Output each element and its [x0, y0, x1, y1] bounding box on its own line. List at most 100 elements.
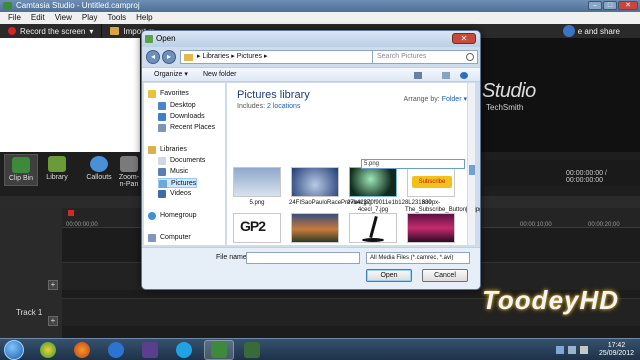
includes-label: Includes:	[237, 103, 266, 110]
window-title: Camtasia Studio - Untitled.camproj	[16, 1, 140, 10]
open-button[interactable]: Open	[366, 269, 412, 282]
downloads-icon	[158, 113, 166, 121]
tab-label: Zoom-n-Pan	[118, 174, 140, 186]
nav-label: Favorites	[160, 90, 189, 97]
file-thumb[interactable]	[347, 213, 399, 246]
channel-watermark: ToodeyHD	[482, 285, 620, 315]
new-folder-button[interactable]: New folder	[203, 68, 236, 82]
microphone-shape	[369, 215, 378, 239]
file-thumb[interactable]: 24FISaoPauloRacePreview.jpg	[289, 167, 372, 207]
locations-link[interactable]: 2 locations	[267, 103, 300, 110]
nav-recent-places[interactable]: Recent Places	[158, 123, 215, 133]
firefox-icon[interactable]	[74, 342, 90, 358]
menu-tools[interactable]: Tools	[107, 12, 126, 24]
help-icon[interactable]	[460, 72, 468, 79]
skype-icon[interactable]	[176, 342, 192, 358]
internet-explorer-icon[interactable]	[108, 342, 124, 358]
nav-label: Documents	[170, 157, 206, 164]
maximize-button[interactable]: □	[603, 1, 617, 10]
nav-desktop[interactable]: Desktop	[158, 101, 196, 111]
window-controls: – □ ✕	[588, 1, 638, 10]
studio-brand: Studio	[482, 80, 536, 102]
dialog-close-button[interactable]: ✕	[452, 33, 476, 44]
forward-button[interactable]: ▸	[162, 50, 176, 64]
nav-documents[interactable]: Documents	[158, 156, 205, 166]
tab-library[interactable]: Library	[40, 154, 74, 186]
libraries-icon	[148, 146, 156, 154]
file-thumb[interactable]: 5.png	[231, 167, 283, 207]
tab-clip-bin[interactable]: Clip Bin	[4, 154, 38, 186]
address-bar[interactable]: ▸ Libraries ▸ Pictures ▸	[180, 50, 380, 64]
nav-libraries[interactable]: Libraries	[148, 145, 187, 155]
menu-help[interactable]: Help	[136, 12, 152, 24]
playhead[interactable]	[68, 210, 74, 216]
nav-downloads[interactable]: Downloads	[158, 112, 205, 122]
scrollbar-thumb[interactable]	[469, 165, 475, 175]
desktop-icon	[158, 102, 166, 110]
documents-icon	[158, 157, 166, 165]
add-track-button[interactable]: +	[48, 316, 58, 326]
scrollbar[interactable]	[467, 83, 475, 245]
view-options-icon[interactable]	[414, 72, 422, 79]
produce-label: e and share	[577, 26, 620, 36]
cancel-button[interactable]: Cancel	[422, 269, 468, 282]
file-thumb[interactable]	[289, 213, 341, 246]
preview-pane-icon[interactable]	[442, 72, 450, 79]
file-thumb[interactable]: GP2	[231, 213, 283, 246]
menu-play[interactable]: Play	[82, 12, 98, 24]
menu-view[interactable]: View	[55, 12, 72, 24]
organize-button[interactable]: Organize ▾	[154, 68, 188, 82]
close-button[interactable]: ✕	[618, 1, 638, 10]
nav-label: Downloads	[170, 113, 205, 120]
record-screen-button[interactable]: Record the screen ▾	[0, 24, 103, 38]
search-placeholder: Search Pictures	[377, 53, 427, 60]
zoom-icon	[120, 156, 138, 172]
recorder-icon[interactable]	[244, 342, 260, 358]
microphone-base	[362, 238, 384, 242]
nav-videos[interactable]: Videos	[158, 189, 191, 199]
homegroup-icon	[148, 212, 156, 220]
volume-icon[interactable]	[568, 346, 576, 354]
system-clock[interactable]: 17:42 25/09/2012	[599, 342, 634, 358]
start-button[interactable]	[4, 340, 24, 360]
arrange-dropdown[interactable]: Folder ▾	[442, 96, 467, 103]
search-input[interactable]: Search Pictures	[372, 50, 478, 64]
nav-homegroup[interactable]: Homegroup	[148, 211, 197, 221]
camtasia-app-icon	[3, 2, 12, 10]
file-type-select[interactable]: All Media Files (*.camrec, *.avi)	[366, 252, 470, 264]
tab-zoom[interactable]: Zoom-n-Pan	[118, 154, 140, 186]
thumbnail	[349, 167, 397, 197]
produce-share-button[interactable]: e and share	[562, 25, 620, 37]
nav-computer[interactable]: Computer	[148, 233, 191, 243]
desktop: Camtasia Studio - Untitled.camproj – □ ✕…	[0, 0, 640, 360]
file-thumb[interactable]	[405, 213, 457, 246]
after-effects-icon[interactable]	[142, 342, 158, 358]
file-name-input[interactable]	[246, 252, 360, 264]
file-thumb[interactable]: 27b42370f9011e1b128L231380 4cecl_7.jpg	[347, 167, 432, 214]
thumbnail: Subscribe	[407, 167, 455, 197]
chrome-icon[interactable]	[40, 342, 56, 358]
nav-label: Libraries	[160, 146, 187, 153]
flag-icon[interactable]	[580, 346, 588, 354]
rename-input[interactable]: 5.png	[361, 159, 465, 169]
add-track-button[interactable]: +	[48, 280, 58, 290]
dialog-title: Open	[156, 34, 176, 43]
file-thumb[interactable]: Subscribe 639px-The_Subscribe_Button[1].…	[405, 167, 480, 214]
techsmith-brand: TechSmith	[486, 103, 524, 112]
thumbnail	[349, 213, 397, 243]
nav-favorites[interactable]: Favorites	[148, 89, 189, 99]
back-button[interactable]: ◂	[146, 50, 160, 64]
file-name-row: File name: All Media Files (*.camrec, *.…	[142, 247, 480, 289]
nav-pictures[interactable]: Pictures	[158, 178, 198, 188]
nav-music[interactable]: Music	[158, 167, 188, 177]
menu-edit[interactable]: Edit	[31, 12, 45, 24]
clip-bin-area	[0, 38, 140, 152]
menu-bar: File Edit View Play Tools Help	[0, 12, 640, 24]
tab-label: Library	[46, 174, 68, 181]
file-list: Pictures library Includes: 2 locations A…	[227, 83, 480, 246]
network-icon[interactable]	[556, 346, 564, 354]
tab-callouts[interactable]: Callouts	[82, 154, 116, 186]
minimize-button[interactable]: –	[588, 1, 602, 10]
navigation-pane: Favorites Desktop Downloads Recent Place…	[144, 83, 226, 245]
menu-file[interactable]: File	[8, 12, 21, 24]
